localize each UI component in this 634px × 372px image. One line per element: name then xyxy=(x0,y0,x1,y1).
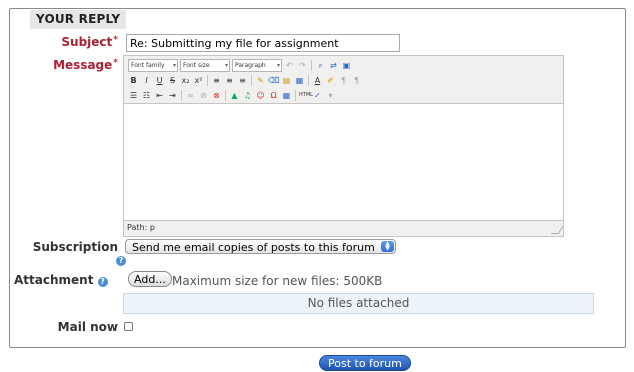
superscript-icon[interactable]: x² xyxy=(193,75,204,86)
message-label: Message* xyxy=(53,58,118,72)
mail-now-label: Mail now xyxy=(57,320,118,334)
editor-toolbar-row-1: Font family ▾ Font size ▾ Paragraph ▾ ↶ ↷ ⌕… xyxy=(128,58,352,72)
ltr-icon[interactable]: ¶ xyxy=(338,75,349,86)
table-icon[interactable]: ▦ xyxy=(281,90,292,101)
max-file-size-text: Maximum size for new files: 500KB xyxy=(172,274,383,288)
font-family-select[interactable]: Font family ▾ xyxy=(128,58,178,72)
unlink-icon[interactable]: ⊘ xyxy=(198,90,209,101)
replace-icon[interactable]: ⇄ xyxy=(328,60,339,71)
align-center-icon[interactable]: ≡ xyxy=(224,75,235,86)
toolbar-divider xyxy=(311,59,312,71)
numbered-list-icon[interactable]: ☷ xyxy=(141,90,152,101)
bullet-list-icon[interactable]: ☰ xyxy=(128,90,139,101)
rtl-icon[interactable]: ¶ xyxy=(351,75,362,86)
paste-word-icon[interactable]: ▦ xyxy=(294,75,305,86)
toolbar-divider xyxy=(181,89,182,101)
post-to-forum-button[interactable]: Post to forum xyxy=(319,355,411,371)
toolbar-divider xyxy=(308,74,309,86)
italic-icon[interactable]: I xyxy=(141,75,152,86)
font-size-select[interactable]: Font size ▾ xyxy=(180,58,230,72)
link-icon[interactable]: ∞ xyxy=(185,90,196,101)
chevron-down-icon: ▾ xyxy=(172,61,176,69)
clean-format-icon[interactable]: ✎ xyxy=(255,75,266,86)
toolbar-divider xyxy=(295,89,296,101)
indent-icon[interactable]: ⇥ xyxy=(167,90,178,101)
clear-icon[interactable]: ⌫ xyxy=(268,75,279,86)
chevron-down-icon: ▾ xyxy=(224,61,228,69)
subscription-select[interactable]: Send me email copies of posts to this fo… xyxy=(125,239,396,254)
underline-icon[interactable]: U xyxy=(154,75,165,86)
insert-media-icon[interactable]: ♫ xyxy=(242,90,253,101)
required-marker: * xyxy=(113,58,118,68)
nolink-icon[interactable]: ⊗ xyxy=(211,90,222,101)
undo-icon[interactable]: ↶ xyxy=(284,60,295,71)
file-drop-area[interactable]: No files attached xyxy=(123,293,594,314)
chevron-down-icon: ▾ xyxy=(276,61,280,69)
redo-icon[interactable]: ↷ xyxy=(297,60,308,71)
toolbar-divider xyxy=(225,89,226,101)
mail-now-checkbox[interactable] xyxy=(124,322,133,331)
outdent-icon[interactable]: ⇤ xyxy=(154,90,165,101)
insert-image-icon[interactable]: ▲ xyxy=(229,90,240,101)
subject-label: Subject* xyxy=(61,35,118,49)
resize-handle-icon[interactable] xyxy=(550,226,564,234)
help-icon[interactable]: ? xyxy=(97,277,108,287)
paragraph-select[interactable]: Paragraph ▾ xyxy=(232,58,282,72)
toolbar-divider xyxy=(207,74,208,86)
highlight-color-icon[interactable]: ✐ xyxy=(325,75,336,86)
bold-icon[interactable]: B xyxy=(128,75,139,86)
help-icon[interactable]: ? xyxy=(116,256,126,266)
fullscreen-icon[interactable]: ▣ xyxy=(341,60,352,71)
insert-emoticon-icon[interactable]: ☺ xyxy=(255,90,266,101)
html-icon[interactable]: HTML xyxy=(299,90,313,101)
paste-text-icon[interactable]: ▤ xyxy=(281,75,292,86)
required-marker: * xyxy=(113,35,118,45)
text-color-icon[interactable]: A xyxy=(312,75,323,86)
align-right-icon[interactable]: ≡ xyxy=(237,75,248,86)
editor-toolbar-row-3: ☰ ☷ ⇤ ⇥ ∞ ⊘ ⊗ ▲ ♫ ☺ Ω ▦ HTML ✓ ▾ xyxy=(128,88,336,102)
fieldset-legend: YOUR REPLY xyxy=(30,10,127,29)
add-file-button[interactable]: Add... xyxy=(128,271,172,287)
strikethrough-icon[interactable]: S xyxy=(167,75,178,86)
toolbar-divider xyxy=(251,74,252,86)
subscript-icon[interactable]: x₂ xyxy=(180,75,191,86)
spellcheck-icon[interactable]: ✓ xyxy=(312,90,323,101)
message-editor: Font family ▾ Font size ▾ Paragraph ▾ ↶ ↷ ⌕… xyxy=(123,55,564,237)
editor-toolbar-row-2: B I U S x₂ x² ≡ ≡ ≡ ✎ ⌫ ▤ ▦ A ✐ ¶ ¶ xyxy=(128,73,362,87)
subject-input[interactable] xyxy=(126,34,400,52)
chevron-down-icon[interactable]: ▾ xyxy=(325,90,336,101)
editor-path: Path: p xyxy=(127,223,155,232)
special-char-icon[interactable]: Ω xyxy=(268,90,279,101)
select-arrows-icon: ▲ ▼ xyxy=(381,241,394,252)
find-icon[interactable]: ⌕ xyxy=(315,60,326,71)
message-text-area[interactable] xyxy=(124,103,563,221)
attachment-label: Attachment ? xyxy=(14,273,124,287)
subscription-label: Subscription xyxy=(32,240,118,254)
align-left-icon[interactable]: ≡ xyxy=(211,75,222,86)
